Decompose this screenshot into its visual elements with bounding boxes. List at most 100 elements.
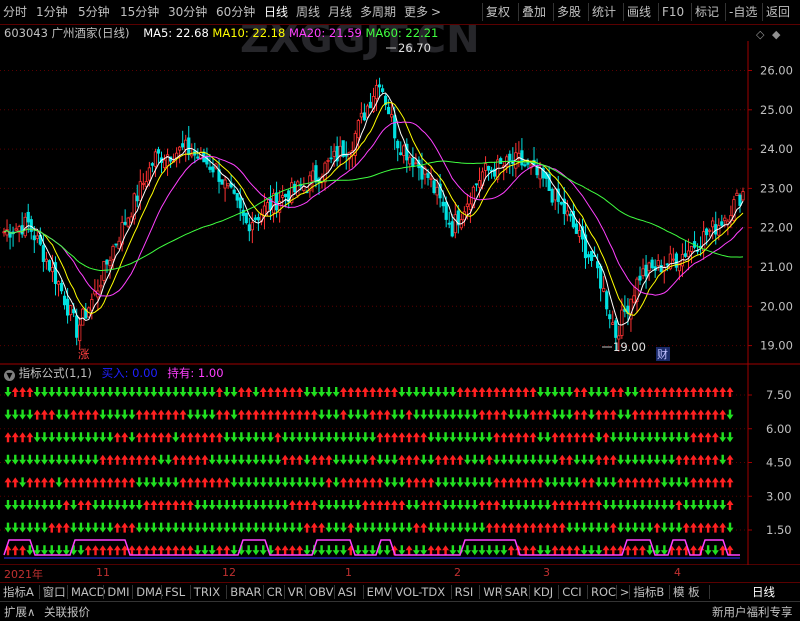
settings-icon[interactable]: ◆ xyxy=(772,28,781,41)
arrow-up-icon xyxy=(252,409,260,420)
arrow-up-icon xyxy=(150,454,158,465)
kline-chart[interactable]: ZXGGJT.CN 26.70 19.00 涨 财 26.0025.0024.0… xyxy=(0,25,800,565)
overlay-button[interactable]: 叠加 xyxy=(518,3,549,21)
tab-separator xyxy=(67,585,68,599)
fuquan-button[interactable]: 复权 xyxy=(482,3,513,21)
add-favorite-button[interactable]: -自选 xyxy=(725,3,760,21)
period-tab-1min[interactable]: 1分钟 xyxy=(36,3,68,21)
candle-body xyxy=(717,225,721,236)
arrow-down-icon xyxy=(194,409,202,420)
period-tab-multi[interactable]: 多周期 xyxy=(360,3,396,21)
indicator-tab[interactable]: DMI xyxy=(107,584,129,600)
arrow-up-icon xyxy=(11,545,19,556)
diamond-icon[interactable]: ◇ xyxy=(756,28,765,41)
indicator-tab[interactable]: BRAR xyxy=(230,584,261,600)
related-quotes-button[interactable]: 关联报价 xyxy=(44,604,90,620)
period-tab-more[interactable]: 更多 xyxy=(404,3,428,21)
indicator-tab[interactable]: 指标B xyxy=(633,584,664,600)
arrow-up-icon xyxy=(391,500,399,510)
indicator-tab[interactable]: TRIX xyxy=(194,584,220,600)
back-button[interactable]: 返回 xyxy=(762,3,793,21)
arrow-down-icon xyxy=(77,522,85,533)
candles-layer xyxy=(2,77,745,352)
indicator-tab[interactable]: FSL xyxy=(165,584,185,600)
indicator-tab[interactable]: OBV xyxy=(309,584,333,600)
period-tab-daily[interactable]: 日线 xyxy=(264,3,288,21)
indicator-tab[interactable]: EMV xyxy=(367,584,392,600)
arrow-up-icon xyxy=(274,432,282,443)
period-tab-15min[interactable]: 15分钟 xyxy=(120,3,159,21)
indicator-tab[interactable]: MACD xyxy=(71,584,105,600)
arrow-up-icon xyxy=(179,545,187,556)
arrow-down-icon xyxy=(26,500,34,510)
indicator-title: ▼ 指标公式(1,1) 买入: 0.00 持有: 1.00 xyxy=(4,365,224,381)
arrow-down-icon xyxy=(412,545,420,556)
arrow-down-icon xyxy=(281,432,289,443)
arrow-down-icon xyxy=(587,545,595,556)
arrow-up-icon xyxy=(106,477,114,488)
candle-body xyxy=(81,308,85,326)
period-tab-5min[interactable]: 5分钟 xyxy=(78,3,110,21)
arrow-down-icon xyxy=(70,432,78,443)
indicator-tab[interactable]: KDJ xyxy=(533,584,553,600)
period-tab-60min[interactable]: 60分钟 xyxy=(216,3,255,21)
arrow-down-icon xyxy=(442,500,450,510)
indicator-tab[interactable]: VR xyxy=(288,584,304,600)
indicator-tab[interactable]: 窗口 xyxy=(43,584,66,600)
arrow-down-icon xyxy=(456,500,464,510)
indicator-tab[interactable]: > xyxy=(620,584,630,600)
arrow-down-icon xyxy=(449,477,457,488)
mark-button[interactable]: 标记 xyxy=(691,3,722,21)
indicator-tab[interactable]: VOL-TDX xyxy=(395,584,445,600)
multi-stock-button[interactable]: 多股 xyxy=(553,3,584,21)
indicator-tab[interactable]: 模 板 xyxy=(673,584,700,600)
indicator-tab[interactable]: CCI xyxy=(562,584,581,600)
tab-separator xyxy=(558,585,560,599)
arrow-down-icon xyxy=(522,500,530,510)
indicator-tab[interactable]: CR xyxy=(267,584,283,600)
arrow-up-icon xyxy=(339,477,347,488)
draw-line-button[interactable]: 画线 xyxy=(623,3,654,21)
candle-body xyxy=(574,223,579,234)
candle-body xyxy=(432,180,436,193)
indicator-tab[interactable]: ROC xyxy=(591,584,616,600)
indicator-menu-icon[interactable]: ▼ xyxy=(4,370,15,381)
period-tab-30min[interactable]: 30分钟 xyxy=(168,3,207,21)
period-tab-fenshi[interactable]: 分时 xyxy=(3,3,27,21)
arrow-up-icon xyxy=(398,500,406,510)
period-tab-monthly[interactable]: 月线 xyxy=(328,3,352,21)
indicator-tick-label: 4.50 xyxy=(766,456,792,470)
arrow-down-icon xyxy=(230,545,238,556)
candle-body xyxy=(577,230,582,237)
period-selector[interactable]: 日线 xyxy=(752,584,775,600)
arrow-down-icon xyxy=(566,477,574,488)
more-arrow-icon[interactable]: > xyxy=(431,3,441,21)
stats-button[interactable]: 统计 xyxy=(588,3,619,21)
indicator-tab[interactable]: 指标A xyxy=(3,584,34,600)
period-tab-weekly[interactable]: 周线 xyxy=(296,3,320,21)
expand-button[interactable]: 扩展∧ xyxy=(4,604,35,620)
arrow-up-icon xyxy=(434,545,442,556)
arrow-up-icon xyxy=(310,500,318,510)
promo-link[interactable]: 新用户福利专享 xyxy=(712,604,793,620)
indicator-tab[interactable]: RSI xyxy=(455,584,474,600)
f10-button[interactable]: F10 xyxy=(658,3,687,21)
arrow-up-icon xyxy=(682,522,690,533)
arrow-down-icon xyxy=(223,522,231,533)
candle-body xyxy=(359,112,363,118)
candle-body xyxy=(90,299,94,311)
arrow-down-icon xyxy=(529,500,537,510)
arrow-down-icon xyxy=(157,387,165,397)
arrow-down-icon xyxy=(113,500,121,510)
arrow-up-icon xyxy=(500,387,508,397)
indicator-tab[interactable]: ASI xyxy=(338,584,357,600)
arrow-up-icon xyxy=(19,432,27,443)
candle-body xyxy=(75,315,79,338)
arrow-up-icon xyxy=(704,522,712,533)
indicator-tab[interactable]: SAR xyxy=(505,584,528,600)
price-tick-label: 26.00 xyxy=(760,64,793,78)
arrow-down-icon xyxy=(215,500,223,510)
indicator-tab[interactable]: DMA xyxy=(136,584,163,600)
arrow-down-icon xyxy=(478,432,486,443)
candle-body xyxy=(608,314,612,320)
